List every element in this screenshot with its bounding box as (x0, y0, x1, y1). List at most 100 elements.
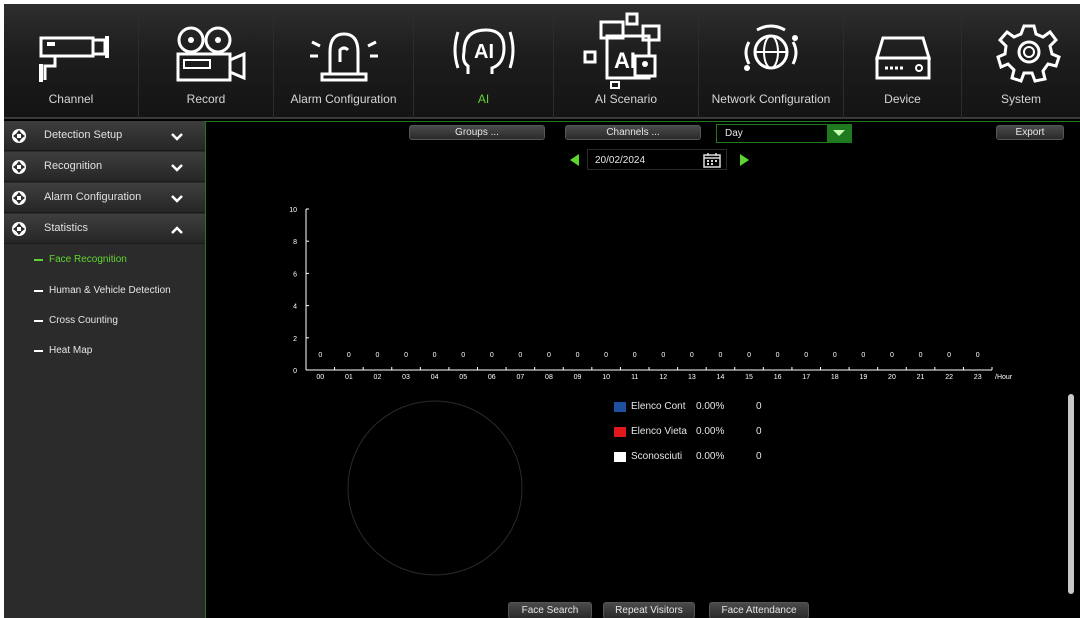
nav-item-ai[interactable]: AI AI (414, 4, 554, 119)
bar-data-label: 0 (804, 352, 808, 359)
nav-label: AI Scenario (594, 92, 658, 106)
bar-data-label: 0 (919, 352, 923, 359)
ai-scenario-icon: AI (571, 12, 681, 95)
bar-data-label: 0 (461, 352, 465, 359)
nav-item-ai-scenario[interactable]: AI AI Scenario (554, 4, 699, 119)
bar-data-label: 0 (318, 352, 322, 359)
sidebar-item-label: Face Recognition (49, 254, 127, 265)
legend-percent: 0.00% (696, 426, 725, 437)
date-input[interactable]: 20/02/2024 (587, 149, 727, 170)
sidebar-item-label: Heat Map (49, 345, 93, 356)
nav-item-system[interactable]: System (962, 4, 1080, 119)
bar-data-label: 0 (347, 352, 351, 359)
app-window: Channel Record Alarm Configuration AI AI… (4, 4, 1080, 618)
statistics-submenu: Face Recognition Human & Vehicle Detecti… (4, 245, 205, 370)
nav-item-record[interactable]: Record (139, 4, 274, 119)
sidebar-group-detection-setup[interactable]: Detection Setup (4, 121, 205, 151)
bar-data-label: 0 (433, 352, 437, 359)
x-tick-label: 13 (688, 374, 696, 381)
top-navigation: Channel Record Alarm Configuration AI AI… (4, 4, 1080, 119)
x-tick-label: 23 (974, 374, 982, 381)
dropdown-arrow-icon (827, 125, 851, 142)
y-tick-label: 4 (293, 304, 297, 311)
chevron-down-icon (171, 160, 183, 178)
sidebar-item-label: Cross Counting (49, 315, 118, 326)
x-tick-label: 01 (345, 374, 353, 381)
sidebar-item-human-vehicle-detection[interactable]: Human & Vehicle Detection (4, 276, 205, 306)
x-tick-label: 21 (917, 374, 925, 381)
groups-button[interactable]: Groups ... (409, 125, 545, 140)
nav-label: Channel (48, 92, 94, 106)
y-tick-label: 2 (293, 336, 297, 343)
move-arrows-icon (11, 221, 27, 242)
nav-item-channel[interactable]: Channel (4, 4, 139, 119)
legend-item: Sconosciuti 0.00% 0 (614, 451, 784, 465)
x-tick-label: 20 (888, 374, 896, 381)
sidebar-group-alarm-configuration[interactable]: Alarm Configuration (4, 183, 205, 213)
legend-percent: 0.00% (696, 401, 725, 412)
sidebar-group-label: Alarm Configuration (44, 191, 142, 203)
nav-item-device[interactable]: Device (844, 4, 962, 119)
sidebar-item-cross-counting[interactable]: Cross Counting (4, 306, 205, 336)
face-search-button[interactable]: Face Search (508, 602, 592, 618)
video-recorder-icon (156, 12, 256, 89)
x-tick-label: 05 (459, 374, 467, 381)
empty-pie-chart (347, 400, 523, 576)
x-tick-label: 00 (316, 374, 324, 381)
dash-icon (34, 259, 43, 261)
gear-icon (971, 12, 1071, 89)
legend-count: 0 (756, 451, 762, 462)
sidebar-group-statistics[interactable]: Statistics (4, 214, 205, 244)
hourly-bar-chart: 0246810000010020030040050060070080090100… (289, 207, 1013, 381)
storage-device-icon (853, 12, 953, 89)
x-tick-label: 14 (717, 374, 725, 381)
bar-data-label: 0 (576, 352, 580, 359)
next-date-arrow-icon[interactable] (739, 153, 751, 172)
bar-data-label: 0 (976, 352, 980, 359)
x-tick-label: 08 (545, 374, 553, 381)
legend-item: Elenco Vieta 0.00% 0 (614, 426, 784, 440)
y-tick-label: 6 (293, 271, 297, 278)
sidebar-group-recognition[interactable]: Recognition (4, 152, 205, 182)
sidebar-group-label: Detection Setup (44, 129, 123, 141)
y-tick-label: 8 (293, 239, 297, 246)
bar-data-label: 0 (747, 352, 751, 359)
vertical-scrollbar[interactable] (1068, 394, 1074, 594)
bar-data-label: 0 (776, 352, 780, 359)
x-axis-unit-label: /Hour (995, 374, 1013, 381)
dash-icon (34, 350, 43, 352)
sidebar-item-face-recognition[interactable]: Face Recognition (4, 245, 205, 275)
x-tick-label: 15 (745, 374, 753, 381)
chevron-up-icon (171, 222, 183, 240)
sidebar-group-label: Statistics (44, 222, 89, 234)
x-tick-label: 22 (945, 374, 953, 381)
nav-label: AI (477, 92, 490, 106)
svg-text:AI: AI (614, 48, 636, 73)
period-select[interactable]: Day (716, 124, 852, 143)
previous-date-arrow-icon[interactable] (568, 153, 580, 172)
nav-label: System (1000, 92, 1041, 106)
calendar-icon[interactable] (703, 152, 721, 173)
legend-name: Elenco Cont (631, 401, 686, 412)
nav-label: Record (186, 92, 226, 106)
sidebar-item-heat-map[interactable]: Heat Map (4, 336, 205, 366)
distribution-area: Elenco Cont 0.00% 0 Elenco Vieta 0.00% 0… (206, 385, 1080, 618)
dash-icon (34, 320, 43, 322)
move-arrows-icon (11, 190, 27, 211)
legend-count: 0 (756, 401, 762, 412)
legend-swatch (614, 427, 626, 437)
export-button[interactable]: Export (996, 125, 1064, 140)
svg-text:AI: AI (474, 41, 494, 63)
face-attendance-button[interactable]: Face Attendance (709, 602, 809, 618)
nav-item-network-configuration[interactable]: Network Configuration (699, 4, 844, 119)
nav-item-alarm-configuration[interactable]: Alarm Configuration (274, 4, 414, 119)
ai-head-icon: AI (434, 12, 534, 89)
bar-data-label: 0 (490, 352, 494, 359)
legend-swatch (614, 402, 626, 412)
bar-data-label: 0 (376, 352, 380, 359)
bar-data-label: 0 (947, 352, 951, 359)
repeat-visitors-button[interactable]: Repeat Visitors (603, 602, 695, 618)
bar-data-label: 0 (890, 352, 894, 359)
channels-button[interactable]: Channels ... (565, 125, 701, 140)
x-tick-label: 16 (774, 374, 782, 381)
